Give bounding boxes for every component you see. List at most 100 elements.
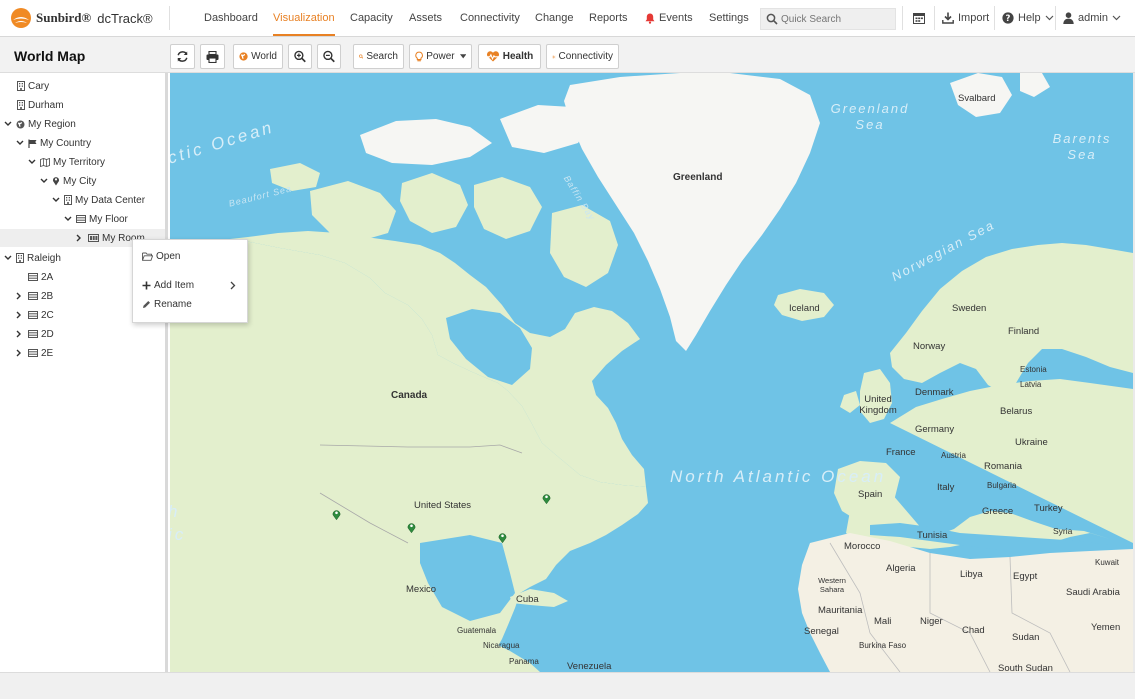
print-button[interactable] (200, 44, 225, 69)
refresh-icon (177, 51, 188, 62)
power-dropdown-label: Power (426, 51, 455, 62)
map-label-tunisia: Tunisia (917, 530, 948, 541)
chevron-right-icon[interactable] (16, 349, 22, 357)
floor-icon (28, 349, 38, 357)
map-label-nicaragua: Nicaragua (483, 641, 520, 650)
context-menu-add-item[interactable]: Add Item (142, 277, 242, 293)
tree-node-my-data-center[interactable]: My Data Center (52, 191, 145, 209)
zoom-in-button[interactable] (288, 44, 312, 69)
map-label-sweden: Sweden (952, 303, 987, 314)
pencil-icon (143, 300, 150, 308)
tree-node-label: My Data Center (75, 194, 146, 206)
map-marker-icon[interactable] (407, 522, 416, 533)
chevron-down-icon[interactable] (64, 216, 72, 222)
import-button[interactable]: Import (942, 0, 989, 36)
chevron-right-icon[interactable] (16, 292, 22, 300)
app-brand: Sunbird® (36, 10, 92, 25)
tree-node-my-floor[interactable]: My Floor (64, 210, 128, 228)
tree-node-my-region[interactable]: My Region (4, 115, 76, 133)
nav-events[interactable]: Events (645, 0, 693, 36)
nav-reports[interactable]: Reports (589, 0, 628, 36)
calendar-button[interactable] (913, 0, 929, 36)
zoom-out-button[interactable] (317, 44, 341, 69)
user-menu[interactable]: admin (1063, 0, 1125, 36)
connectivity-button[interactable]: Connectivity (546, 44, 619, 69)
tree-node-label: My City (63, 175, 97, 187)
zoom-in-icon (294, 50, 306, 63)
building-icon (16, 253, 24, 263)
app-logo[interactable]: Sunbird® dcTrack® (10, 6, 153, 30)
tree-node-durham[interactable]: Durham (17, 96, 64, 114)
power-dropdown[interactable]: Power (409, 44, 472, 69)
tree-node-label: 2D (41, 328, 54, 340)
world-map[interactable]: ctic Ocean North Atlantic Ocean Greenlan… (170, 73, 1133, 672)
world-button-label: World (251, 51, 277, 62)
chevron-down-icon (1112, 15, 1121, 21)
svg-text:?: ? (1006, 14, 1011, 24)
search-icon (359, 54, 364, 59)
map-label-burkina-faso: Burkina Faso (859, 641, 907, 650)
world-button[interactable]: World (233, 44, 283, 69)
chevron-down-icon[interactable] (4, 255, 12, 261)
nav-capacity[interactable]: Capacity (350, 0, 393, 36)
tree-node-raleigh[interactable]: Raleigh (4, 249, 61, 267)
tree-node-my-city[interactable]: My City (40, 172, 96, 190)
chevron-right-icon[interactable] (16, 311, 22, 319)
chevron-down-icon[interactable] (4, 121, 12, 127)
map-label-ukraine: Ukraine (1015, 437, 1048, 448)
nav-divider (994, 6, 995, 30)
search-button[interactable]: Search (353, 44, 404, 69)
tree-node-label: 2B (41, 290, 54, 302)
user-icon (1063, 12, 1074, 24)
map-label-saudi-arabia: Saudi Arabia (1066, 587, 1120, 598)
tree-node-my-territory[interactable]: My Territory (28, 153, 105, 171)
map-marker-icon[interactable] (332, 509, 341, 520)
map-label-greece: Greece (982, 506, 1014, 517)
nav-settings[interactable]: Settings (709, 0, 749, 36)
tree-node-2d[interactable]: 2D (16, 325, 54, 343)
map-label-algeria: Algeria (886, 563, 916, 574)
tree-node-2b[interactable]: 2B (16, 287, 53, 305)
map-icon (40, 157, 50, 167)
heartbeat-icon (486, 51, 500, 62)
chevron-down-icon[interactable] (28, 159, 36, 165)
building-icon (64, 195, 72, 205)
nav-change[interactable]: Change (535, 0, 574, 36)
map-marker-icon[interactable] (542, 493, 551, 504)
map-label-germany: Germany (915, 424, 955, 435)
tree-node-cary[interactable]: Cary (17, 77, 49, 95)
context-menu-rename[interactable]: Rename (142, 296, 192, 312)
chevron-right-icon[interactable] (16, 330, 22, 338)
map-label-united-states: United States (414, 500, 472, 511)
chevron-down-icon[interactable] (40, 178, 48, 184)
context-menu: Open Add Item Rename (132, 239, 248, 323)
map-marker-icon[interactable] (498, 532, 507, 543)
chevron-right-icon[interactable] (76, 234, 82, 242)
nav-dashboard[interactable]: Dashboard (204, 0, 258, 36)
status-footer (0, 672, 1135, 699)
tree-node-label: 2C (41, 309, 54, 321)
tree-node-2c[interactable]: 2C (16, 306, 54, 324)
chevron-down-icon[interactable] (16, 140, 24, 146)
nav-visualization[interactable]: Visualization (273, 0, 335, 36)
tree-node-2a[interactable]: 2A (28, 268, 53, 286)
health-button[interactable]: Health (478, 44, 541, 69)
room-icon (88, 234, 99, 242)
sunbird-logo-icon (11, 8, 31, 28)
building-icon (17, 100, 25, 110)
floor-icon (28, 292, 38, 300)
quick-search-input[interactable] (781, 13, 891, 25)
question-circle-icon: ? (1002, 12, 1014, 24)
refresh-button[interactable] (170, 44, 195, 69)
chevron-right-icon (230, 281, 236, 290)
nav-assets[interactable]: Assets (409, 0, 442, 36)
context-menu-open[interactable]: Open (142, 248, 180, 264)
chevron-down-icon[interactable] (52, 197, 60, 203)
tree-node-2e[interactable]: 2E (16, 344, 53, 362)
health-button-label: Health (502, 51, 534, 62)
quick-search-box[interactable] (760, 8, 896, 30)
nav-connectivity[interactable]: Connectivity (460, 0, 520, 36)
user-label: admin (1078, 12, 1108, 24)
tree-node-my-country[interactable]: My Country (16, 134, 91, 152)
help-menu[interactable]: ? Help (1002, 0, 1058, 36)
